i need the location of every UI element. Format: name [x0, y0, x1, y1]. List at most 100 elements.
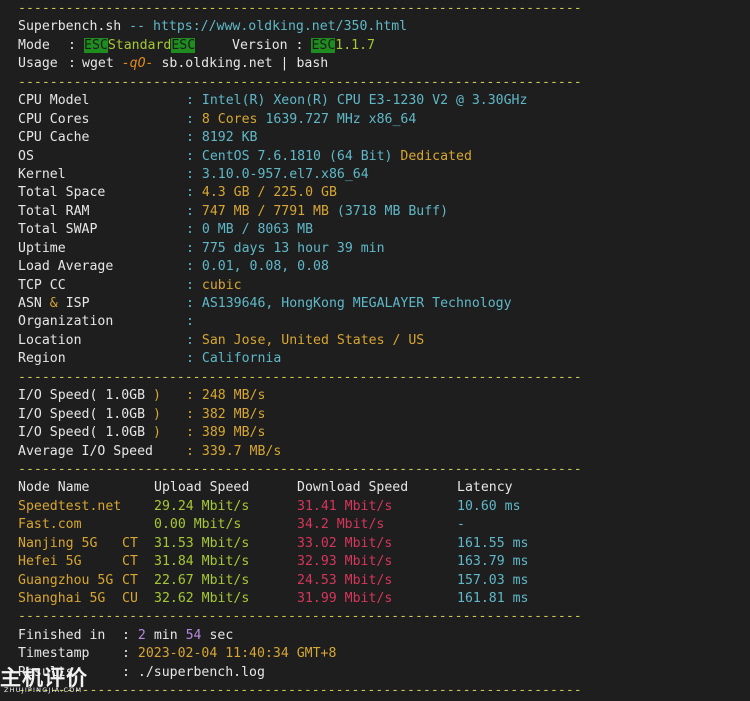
io-value: 248 MB/s: [201, 388, 266, 404]
upload-speed: 32.62 Mbit/s: [154, 591, 250, 606]
usage-pipe: |: [280, 56, 289, 72]
sysinfo-colon: :: [186, 148, 194, 164]
speedtest-row: Speedtest.net 29.24 Mbit/s 31.41 Mbit/s 10.…: [18, 498, 750, 516]
watermark-logo: 主机评价 ZHUJIPINGJIA.COM: [0, 659, 130, 699]
usage-label: Usage: [18, 56, 58, 72]
download-speed: 34.2 Mbit/s: [297, 517, 385, 533]
download-speed: 31.99 Mbit/s: [297, 591, 393, 606]
latency: 157.03 ms: [457, 572, 529, 588]
sysinfo-value: 0.01, 0.08, 0.08: [201, 259, 329, 275]
mode-line: Mode: ESCStandardESC Version : ESC1.1.7: [18, 37, 750, 55]
sysinfo-row: Kernel: 3.10.0-957.el7.x86_64: [18, 166, 750, 184]
sysinfo-colon: :: [186, 314, 194, 330]
speedtest-row: Shanghai 5G CU 32.62 Mbit/s 31.99 Mbit/s 161…: [18, 590, 750, 608]
sysinfo-row: CPU Cache: 8192 KB: [18, 129, 750, 147]
sysinfo-value-highlight: Dedicated: [400, 148, 472, 164]
sysinfo-colon: :: [186, 259, 194, 275]
sysinfo-row: OS: CentOS 7.6.1810 (64 Bit) Dedicated: [18, 148, 750, 166]
latency: 161.55 ms: [457, 535, 529, 551]
sysinfo-colon: :: [186, 111, 194, 127]
sysinfo-colon: :: [186, 332, 194, 348]
sysinfo-value-highlight: 747 MB / 7791 MB: [201, 203, 329, 219]
usage-line: Usage: wget -qO- sb.oldking.net | bash: [18, 55, 750, 73]
timezone: GMT+8: [296, 646, 337, 662]
sysinfo-row: CPU Model: Intel(R) Xeon(R) CPU E3-1230 …: [18, 92, 750, 110]
sysinfo-value: 1639.727 MHz x86_64: [265, 111, 417, 127]
footer-colon: :: [122, 627, 130, 643]
upload-speed: 31.53 Mbit/s: [154, 535, 250, 551]
sysinfo-colon: :: [186, 296, 194, 311]
esc-marker: ESC: [311, 37, 336, 53]
header-title-line: Superbench.sh -- https://www.oldking.net…: [18, 18, 750, 36]
io-size: 1.0GB: [105, 425, 146, 441]
io-label: I/O Speed(: [18, 406, 98, 422]
sysinfo-label: Region: [18, 351, 66, 367]
sysinfo-label: Organization: [18, 314, 114, 330]
speedtest-row: Fast.com 0.00 Mbit/s 34.2 Mbit/s -: [18, 516, 750, 534]
script-title: Superbench.sh: [18, 19, 122, 35]
sysinfo-colon: :: [186, 93, 194, 109]
node-name: Fast.com: [18, 517, 82, 533]
sysinfo-value: 0 MB / 8063 MB: [201, 222, 314, 238]
sysinfo-label: OS: [18, 148, 34, 164]
sysinfo-row: Total RAM: 747 MB / 7791 MB (3718 MB Buf…: [18, 203, 750, 221]
io-close: ): [153, 425, 161, 441]
sysinfo-row: Organization:: [18, 313, 750, 331]
sysinfo-label: Load Average: [18, 259, 114, 275]
sysinfo-row: Region: California: [18, 350, 750, 368]
io-colon: :: [186, 443, 194, 459]
sysinfo-label: CPU Cores: [18, 111, 90, 127]
sysinfo-label: Location: [18, 332, 82, 348]
io-label: I/O Speed(: [18, 425, 98, 441]
download-speed: 33.02 Mbit/s: [297, 535, 393, 551]
usage-colon: :: [68, 56, 76, 72]
separator-line: ----------------------------------------…: [18, 74, 582, 90]
node-isp: CT: [122, 535, 138, 551]
sysinfo-row: TCP CC: cubic: [18, 277, 750, 295]
sysinfo-row: Location: San Jose, United States / US: [18, 332, 750, 350]
speedtest-row: Hefei 5G CT 31.84 Mbit/s 32.93 Mbit/s 163.79…: [18, 553, 750, 571]
io-row: I/O Speed( 1.0GB ): 382 MB/s: [18, 406, 750, 424]
latency: 161.81 ms: [457, 591, 529, 606]
sysinfo-value: 8192 KB: [201, 130, 258, 146]
io-colon: :: [186, 406, 194, 422]
sysinfo-colon: :: [186, 130, 194, 146]
upload-speed: 29.24 Mbit/s: [154, 498, 250, 514]
title-separator: --: [129, 19, 146, 35]
esc-marker: ESC: [84, 37, 108, 53]
version-value: 1.1.7: [335, 37, 375, 53]
duration-minutes: 2: [137, 627, 146, 643]
version-label: Version: [232, 37, 288, 53]
sysinfo-colon: :: [186, 240, 194, 256]
separator-line: ----------------------------------------…: [18, 609, 582, 625]
sysinfo-row: CPU Cores: 8 Cores 1639.727 MHz x86_64: [18, 111, 750, 129]
sysinfo-value: Intel(R) Xeon(R) CPU E3-1230 V2 @ 3.30GH…: [201, 93, 528, 109]
sysinfo-row: Total Space: 4.3 GB / 225.0 GB: [18, 184, 750, 202]
separator-line: ----------------------------------------…: [18, 1, 582, 16]
io-value: 389 MB/s: [201, 425, 266, 441]
results-value: ./superbench.log: [137, 664, 265, 680]
sysinfo-value: 3.10.0-957.el7.x86_64: [201, 166, 369, 182]
io-colon: :: [186, 425, 194, 441]
node-name: Speedtest.net: [18, 498, 122, 514]
usage-flag: -qO-: [121, 56, 154, 72]
sysinfo-row: Total SWAP: 0 MB / 8063 MB: [18, 221, 750, 239]
usage-host: sb.oldking.net: [161, 56, 273, 72]
io-value: 339.7 MB/s: [201, 443, 282, 459]
io-row: I/O Speed( 1.0GB ): 389 MB/s: [18, 424, 750, 442]
node-isp: CT: [122, 572, 138, 588]
node-name: Shanghai 5G: [18, 591, 106, 606]
terminal-output: ----------------------------------------…: [18, 0, 750, 701]
io-size: 1.0GB: [105, 406, 146, 422]
upload-speed: 31.84 Mbit/s: [154, 554, 250, 570]
download-speed: 24.53 Mbit/s: [297, 572, 393, 588]
sysinfo-colon: :: [186, 166, 194, 182]
sysinfo-value-highlight: cubic: [201, 277, 242, 293]
node-name: Hefei 5G: [18, 554, 82, 570]
node-isp: CU: [122, 591, 138, 606]
sysinfo-value: 775 days 13 hour 39 min: [201, 240, 385, 256]
io-label: I/O Speed(: [18, 388, 98, 404]
node-name: Nanjing 5G: [18, 535, 98, 551]
node-name: Guangzhou 5G: [18, 572, 114, 588]
sysinfo-label: CPU Model: [18, 93, 90, 109]
